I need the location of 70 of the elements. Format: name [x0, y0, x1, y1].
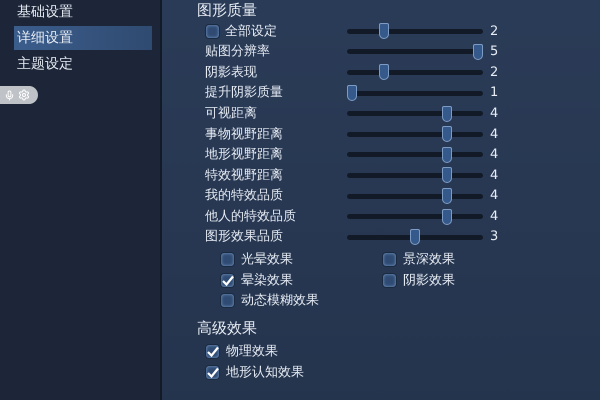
slider[interactable] [347, 44, 483, 60]
option-label: 光晕效果 [241, 251, 293, 270]
slider-value: 4 [490, 166, 498, 185]
slider-thumb[interactable] [473, 44, 483, 60]
setting-label: 阴影表现 [205, 64, 257, 82]
setting-label: 事物视野距离 [205, 126, 283, 144]
section-title: 高级效果 [197, 318, 258, 340]
setting-label: 他人的特效品质 [205, 208, 296, 226]
slider[interactable] [347, 126, 483, 142]
slider[interactable] [347, 208, 483, 225]
checkmark-icon [206, 367, 218, 378]
section-title: 图形质量 [197, 0, 258, 20]
slider-thumb[interactable] [442, 188, 452, 204]
slider[interactable] [347, 167, 483, 184]
slider-value: 4 [490, 104, 498, 123]
toggle-pill[interactable] [0, 86, 38, 104]
slider[interactable] [347, 229, 483, 246]
sidebar-item[interactable]: 主题设定 [14, 52, 152, 76]
slider[interactable] [347, 23, 483, 40]
setting-label: 特效视野距离 [205, 166, 283, 185]
slider[interactable] [347, 85, 483, 102]
slider[interactable] [347, 146, 483, 163]
option-label: 地形认知效果 [226, 364, 304, 382]
slider-value: 4 [490, 126, 498, 144]
checkbox[interactable] [220, 252, 235, 268]
checkbox[interactable] [382, 272, 397, 288]
checkmark-icon [206, 346, 218, 358]
checkbox[interactable] [205, 365, 220, 380]
option-label: 景深效果 [403, 251, 455, 270]
slider-value: 5 [490, 43, 498, 62]
setting-label: 图形效果品质 [205, 228, 283, 246]
slider[interactable] [347, 188, 483, 204]
slider-value: 1 [490, 84, 498, 102]
checkbox[interactable] [220, 293, 235, 308]
option-label: 动态模糊效果 [241, 292, 319, 310]
sidebar-item[interactable]: 详细设置 [14, 26, 152, 50]
slider-thumb[interactable] [347, 85, 357, 102]
option-label: 阴影效果 [403, 272, 455, 290]
settings-icon [18, 89, 30, 101]
sidebar-item[interactable]: 基础设置 [14, 0, 152, 24]
slider-value: 3 [490, 228, 498, 246]
checkmark-icon [222, 274, 234, 286]
setting-label: 地形视野距离 [205, 146, 283, 164]
slider-value: 4 [490, 187, 498, 206]
option-label: 晕染效果 [241, 272, 293, 290]
checkbox[interactable] [220, 272, 235, 288]
setting-label: 贴图分辨率 [205, 43, 270, 62]
slider-thumb[interactable] [442, 208, 452, 225]
checkbox[interactable] [382, 252, 397, 268]
setting-label: 我的特效品质 [205, 187, 283, 206]
slider-value: 2 [490, 22, 498, 41]
slider-value: 2 [490, 64, 498, 82]
checkbox[interactable] [205, 344, 220, 360]
microphone-icon [4, 90, 15, 100]
slider-thumb[interactable] [442, 146, 452, 163]
slider-value: 4 [490, 146, 498, 164]
slider[interactable] [347, 106, 483, 122]
slider-thumb[interactable] [442, 106, 452, 122]
checkbox[interactable] [205, 24, 220, 39]
option-label: 物理效果 [226, 342, 278, 361]
slider-value: 4 [490, 208, 498, 226]
setting-label: 可视距离 [205, 104, 257, 123]
setting-label: 全部设定 [225, 22, 277, 41]
setting-label: 提升阴影质量 [205, 84, 283, 102]
slider-thumb[interactable] [442, 167, 452, 184]
slider-thumb[interactable] [378, 23, 388, 40]
slider-thumb[interactable] [442, 126, 452, 142]
slider[interactable] [347, 64, 483, 80]
slider-thumb[interactable] [410, 229, 420, 246]
slider-thumb[interactable] [378, 64, 388, 80]
